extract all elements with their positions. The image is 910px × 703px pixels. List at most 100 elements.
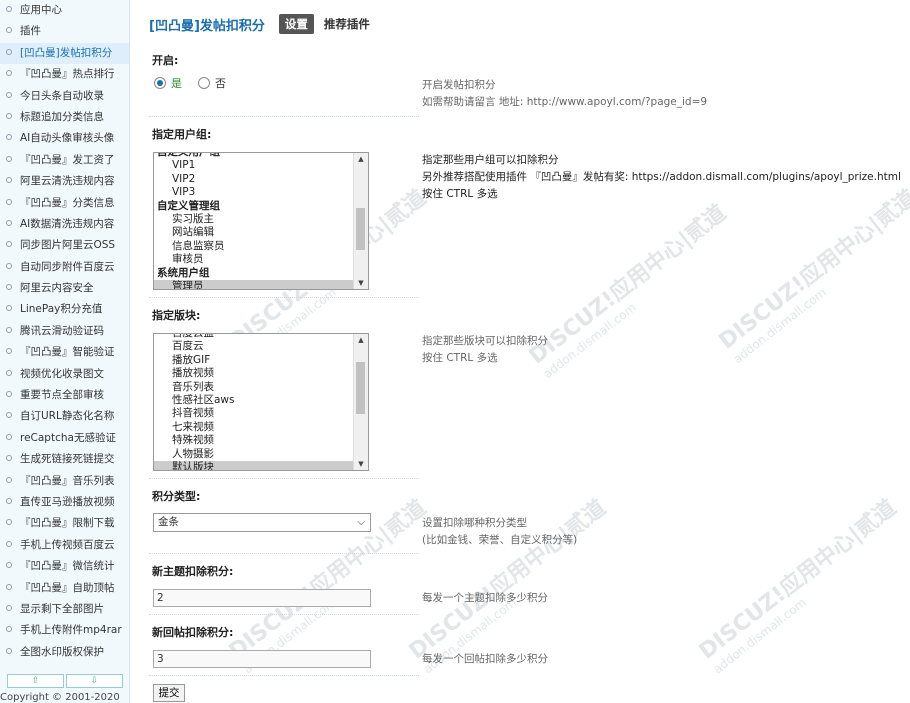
sidebar-item[interactable]: 『凹凸曼』智能验证 bbox=[0, 342, 129, 363]
credit-example-line: (比如金钱、荣誉、自定义积分等) bbox=[422, 534, 578, 546]
sidebar-item-label: 显示剩下全部图片 bbox=[20, 602, 104, 615]
sidebar-item[interactable]: [凹凸曼]发帖扣积分 bbox=[0, 42, 129, 65]
select-option[interactable]: 特殊视频 bbox=[154, 434, 354, 447]
tab-settings[interactable]: 设置 bbox=[278, 14, 314, 34]
sidebar-item[interactable]: 『凹凸曼』热点排行 bbox=[0, 64, 129, 85]
groups-label: 指定用户组: bbox=[152, 128, 212, 141]
sidebar-item-label: 『凹凸曼』自助顶帖 bbox=[20, 581, 115, 594]
groups-scrollbar[interactable]: ▲ ▼ bbox=[353, 153, 368, 289]
watermark-domain: addon.dismall.com bbox=[710, 595, 809, 677]
select-option[interactable]: VIP3 bbox=[154, 186, 354, 199]
sidebar-item[interactable]: 手机上传附件mp4rar bbox=[0, 620, 129, 641]
select-option[interactable]: 性感社区aws bbox=[154, 394, 354, 407]
sidebar-item[interactable]: AI数据清洗违规内容 bbox=[0, 214, 129, 235]
groups-multiselect[interactable]: 自定义用户组 VIP1 VIP2 VIP3 自定义管理组 实习版主 网站编辑 信息监察员 审核员… bbox=[153, 152, 369, 290]
sidebar-item-label: 自动同步附件百度云 bbox=[20, 260, 115, 273]
bullet-icon bbox=[6, 519, 12, 526]
watermark-domain: addon.dismall.com bbox=[540, 300, 639, 382]
sidebar-item[interactable]: 腾讯云滑动验证码 bbox=[0, 321, 129, 342]
credit-type-select[interactable]: 金条 ⌵ bbox=[153, 513, 371, 532]
sidebar-item[interactable]: 视频优化收录图文 bbox=[0, 364, 129, 385]
sidebar-item-label: 插件 bbox=[20, 25, 41, 38]
select-option[interactable]: 管理员 bbox=[154, 279, 354, 289]
select-option[interactable]: 网站编辑 bbox=[154, 226, 354, 239]
sidebar-item[interactable]: 阿里云内容安全 bbox=[0, 278, 129, 299]
sidebar-item[interactable]: 重要节点全部审核 bbox=[0, 385, 129, 406]
sidebar-item[interactable]: 自订URL静态化名称 bbox=[0, 406, 129, 427]
option-group-label: 自定义用户组 bbox=[157, 152, 220, 158]
sidebar-item-label: 『凹凸曼』微信统计 bbox=[20, 560, 115, 573]
page-title: [凹凸曼]发帖扣积分 bbox=[149, 18, 265, 34]
select-option[interactable]: 百度云 bbox=[154, 340, 354, 353]
select-option[interactable]: 信息监察员 bbox=[154, 240, 354, 253]
forums-scrollbar[interactable]: ▲ ▼ bbox=[353, 334, 368, 470]
sidebar-item[interactable]: 『凹凸曼』发工资了 bbox=[0, 150, 129, 171]
bullet-icon bbox=[6, 433, 12, 440]
enable-no-radio[interactable] bbox=[198, 77, 210, 89]
forums-label: 指定版块: bbox=[152, 309, 201, 322]
scroll-thumb[interactable] bbox=[356, 208, 365, 250]
watermark: DISCUZ!应用中心|贰道 addon.dismall.com bbox=[521, 196, 740, 382]
sidebar-item-label: 今日头条自动收录 bbox=[20, 89, 104, 102]
bullet-icon bbox=[6, 540, 12, 547]
scroll-down-button[interactable]: ⇩ bbox=[66, 674, 123, 688]
scroll-up-button[interactable]: ⇧ bbox=[7, 674, 64, 688]
sidebar-item[interactable]: 同步图片阿里云OSS bbox=[0, 235, 129, 256]
enable-no-label[interactable]: 否 bbox=[215, 75, 226, 91]
sidebar-item[interactable]: 『凹凸曼』微信统计 bbox=[0, 556, 129, 577]
sidebar-item[interactable]: 『凹凸曼』限制下载 bbox=[0, 513, 129, 534]
sidebar-item[interactable]: 标题追加分类信息 bbox=[0, 107, 129, 128]
enable-yes-radio[interactable] bbox=[154, 77, 166, 89]
select-option[interactable]: 播放GIF bbox=[154, 354, 354, 367]
sidebar-item[interactable]: 今日头条自动收录 bbox=[0, 86, 129, 107]
enable-yes-label[interactable]: 是 bbox=[171, 75, 182, 91]
scroll-down-arrow-icon[interactable]: ▼ bbox=[354, 277, 368, 289]
select-option[interactable]: 实习版主 bbox=[154, 213, 354, 226]
scroll-up-arrow-icon[interactable]: ▲ bbox=[354, 334, 368, 346]
scroll-up-arrow-icon[interactable]: ▲ bbox=[354, 153, 368, 165]
sidebar-item-label: AI数据清洗违规内容 bbox=[20, 217, 115, 230]
sidebar-item[interactable]: 『凹凸曼』自助顶帖 bbox=[0, 578, 129, 599]
sidebar-item[interactable]: AI自动头像审核头像 bbox=[0, 128, 129, 149]
new-reply-tip: 每发一个回帖扣除多少积分 bbox=[422, 653, 548, 665]
sidebar-item[interactable]: 自动同步附件百度云 bbox=[0, 257, 129, 278]
sidebar-item[interactable]: LinePay积分充值 bbox=[0, 299, 129, 320]
sidebar-item[interactable]: reCaptcha无感验证 bbox=[0, 428, 129, 449]
sidebar-item[interactable]: 应用中心 bbox=[0, 0, 129, 21]
select-option[interactable]: VIP1 bbox=[154, 159, 354, 172]
select-option[interactable]: 人物摄影 bbox=[154, 448, 354, 461]
select-option[interactable]: 抖音视频 bbox=[154, 407, 354, 420]
select-option[interactable]: 审核员 bbox=[154, 253, 354, 266]
scroll-down-arrow-icon[interactable]: ▼ bbox=[354, 458, 368, 470]
sidebar-item[interactable]: 生成死链接死链提交 bbox=[0, 449, 129, 470]
sidebar-item[interactable]: 『凹凸曼』音乐列表 bbox=[0, 471, 129, 492]
sidebar-item[interactable]: 『凹凸曼』分类信息 bbox=[0, 193, 129, 214]
copyright: Copyright © 2001-2020 bbox=[0, 692, 120, 703]
forums-multiselect[interactable]: 百度云盘 百度云 播放GIF 播放视频 音乐列表 性感社区aws 抖音视频 七来视频 特殊视频人… bbox=[153, 333, 369, 471]
divider bbox=[149, 553, 419, 554]
sidebar-item[interactable]: 阿里云清洗违规内容 bbox=[0, 171, 129, 192]
sidebar-item[interactable]: 全图水印版权保护 bbox=[0, 642, 129, 663]
sidebar-item-label: 『凹凸曼』智能验证 bbox=[20, 346, 115, 359]
sidebar-item[interactable]: 手机上传视频百度云 bbox=[0, 535, 129, 556]
enable-tip: 开启发帖扣积分 如需帮助请留言 地址: http://www.apoyl.com… bbox=[422, 77, 707, 111]
new-reply-credit-input[interactable] bbox=[153, 650, 371, 668]
bullet-icon bbox=[6, 27, 12, 34]
sidebar-item-label: 应用中心 bbox=[20, 4, 62, 16]
submit-button[interactable]: 提交 bbox=[153, 684, 185, 702]
scroll-thumb[interactable] bbox=[356, 362, 365, 414]
forums-tip: 指定那些版块可以扣除积分 按住 CTRL 多选 bbox=[422, 333, 548, 367]
tab-recommend-plugins[interactable]: 推荐插件 bbox=[324, 16, 370, 32]
select-option[interactable]: VIP2 bbox=[154, 173, 354, 186]
new-thread-credit-input[interactable] bbox=[153, 589, 371, 607]
select-option[interactable]: 播放视频 bbox=[154, 367, 354, 380]
select-option[interactable]: 音乐列表 bbox=[154, 381, 354, 394]
sidebar-item[interactable]: 显示剩下全部图片 bbox=[0, 599, 129, 620]
sidebar-item-label: 腾讯云滑动验证码 bbox=[20, 324, 104, 337]
select-option[interactable]: 七来视频 bbox=[154, 421, 354, 434]
credit-label: 积分类型: bbox=[152, 490, 201, 503]
groups-recommend-line: 另外推荐搭配使用插件 『凹凸曼』发帖有奖: https://addon.dism… bbox=[422, 171, 901, 183]
sidebar-item[interactable]: 插件 bbox=[0, 21, 129, 42]
sidebar-item[interactable]: 直传亚马逊播放视频 bbox=[0, 492, 129, 513]
select-option[interactable]: 默认版块 bbox=[154, 460, 354, 470]
